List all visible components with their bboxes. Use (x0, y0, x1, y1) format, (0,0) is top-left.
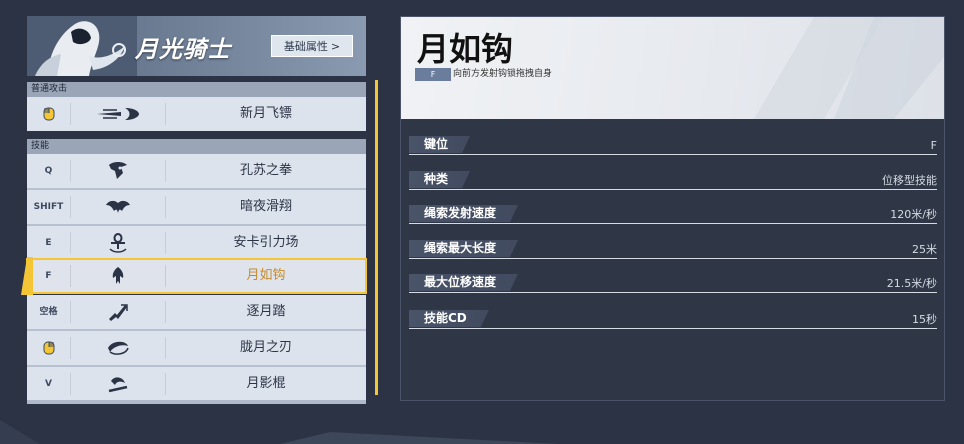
skill-key: 空格 (39, 307, 58, 317)
stat-row-type: 种类 位移型技能 (409, 171, 937, 191)
skill-row-mouse-right[interactable]: 胧月之刃 (27, 331, 366, 365)
skill-name: 月影棍 (246, 376, 286, 391)
skill-key: Q (44, 166, 53, 176)
skill-row-v[interactable]: V 月影棍 (27, 367, 366, 401)
skill-row-e[interactable]: E 安卡引力场 (27, 226, 366, 260)
stat-value: 120米/秒 (890, 208, 937, 221)
stat-label: 绳索最大长度 (409, 240, 518, 257)
stat-value: 15秒 (912, 313, 937, 326)
skill-row-basic-attack[interactable]: 新月飞镖 (27, 97, 366, 131)
skill-name: 安卡引力场 (233, 235, 299, 250)
glide-wings-icon (70, 190, 165, 224)
skill-list-panel: 月光骑士 基础属性 > 普通攻击 新月飞镖 技能 Q 孔苏之拳 SHIFT 暗夜… (21, 16, 367, 406)
header-decoration (754, 17, 944, 119)
skill-row-q[interactable]: Q 孔苏之拳 (27, 154, 366, 188)
moon-hook-icon (70, 259, 165, 293)
skill-key: SHIFT (33, 202, 64, 212)
stat-label: 技能CD (409, 310, 489, 327)
skill-row-space[interactable]: 空格 逐月踏 (27, 295, 366, 329)
hero-name: 月光骑士 (135, 37, 231, 63)
crescent-blade-icon (70, 331, 165, 365)
moon-staff-icon (70, 367, 165, 401)
stat-value: 25米 (912, 243, 937, 256)
mouse-icon (27, 97, 70, 131)
stat-row-cooldown: 技能CD 15秒 (409, 310, 937, 330)
stat-row-rope-length: 绳索最大长度 25米 (409, 240, 937, 260)
stat-value: 21.5米/秒 (886, 277, 937, 290)
skill-detail-panel: 月如钩 F 向前方发射钩锁拖拽自身 键位 F 种类 位移型技能 绳索发射速度 1… (400, 16, 945, 401)
skill-title: 月如钩 (417, 30, 514, 68)
key-badge: F (415, 68, 451, 81)
skill-name: 胧月之刃 (239, 340, 292, 355)
skill-key: E (45, 238, 52, 248)
skill-name: 孔苏之拳 (239, 163, 292, 178)
skill-key: V (45, 379, 52, 389)
stat-label: 键位 (409, 136, 470, 153)
crescent-dart-icon (70, 97, 165, 131)
base-attributes-label: 基础属性 (283, 40, 328, 53)
leap-icon (70, 295, 165, 329)
bird-skull-icon (70, 154, 165, 188)
hero-banner: 月光骑士 基础属性 > (27, 16, 366, 76)
skill-detail-header: 月如钩 F 向前方发射钩锁拖拽自身 (401, 17, 944, 119)
stat-row-key: 键位 F (409, 136, 937, 156)
skill-name: 暗夜滑翔 (239, 199, 292, 214)
ankh-icon (70, 226, 165, 260)
mouse-icon (27, 331, 70, 365)
skill-name: 月如钩 (246, 268, 286, 283)
skills-section-header: 技能 (27, 139, 366, 154)
skill-description: 向前方发射钩锁拖拽自身 (453, 69, 553, 79)
skill-name: 新月飞镖 (239, 106, 292, 121)
stat-label: 绳索发射速度 (409, 205, 518, 222)
chevron-right-icon: > (330, 40, 341, 53)
stat-label: 种类 (409, 171, 470, 188)
stat-label: 最大位移速度 (409, 274, 518, 291)
scrollbar[interactable] (375, 80, 378, 395)
basic-attack-section-header: 普通攻击 (27, 82, 366, 97)
stat-row-max-speed: 最大位移速度 21.5米/秒 (409, 274, 937, 294)
base-attributes-button[interactable]: 基础属性 > (271, 35, 353, 57)
skill-row-shift[interactable]: SHIFT 暗夜滑翔 (27, 190, 366, 224)
active-row-marker (21, 257, 33, 295)
stat-row-rope-speed: 绳索发射速度 120米/秒 (409, 205, 937, 225)
hero-portrait (27, 16, 137, 76)
skill-key: F (45, 271, 52, 281)
skill-name: 逐月踏 (246, 304, 286, 319)
skill-row-f[interactable]: F 月如钩 (26, 258, 367, 294)
list-footer-bar (27, 400, 366, 404)
stat-value: F (930, 139, 937, 152)
stat-value: 位移型技能 (882, 174, 937, 187)
